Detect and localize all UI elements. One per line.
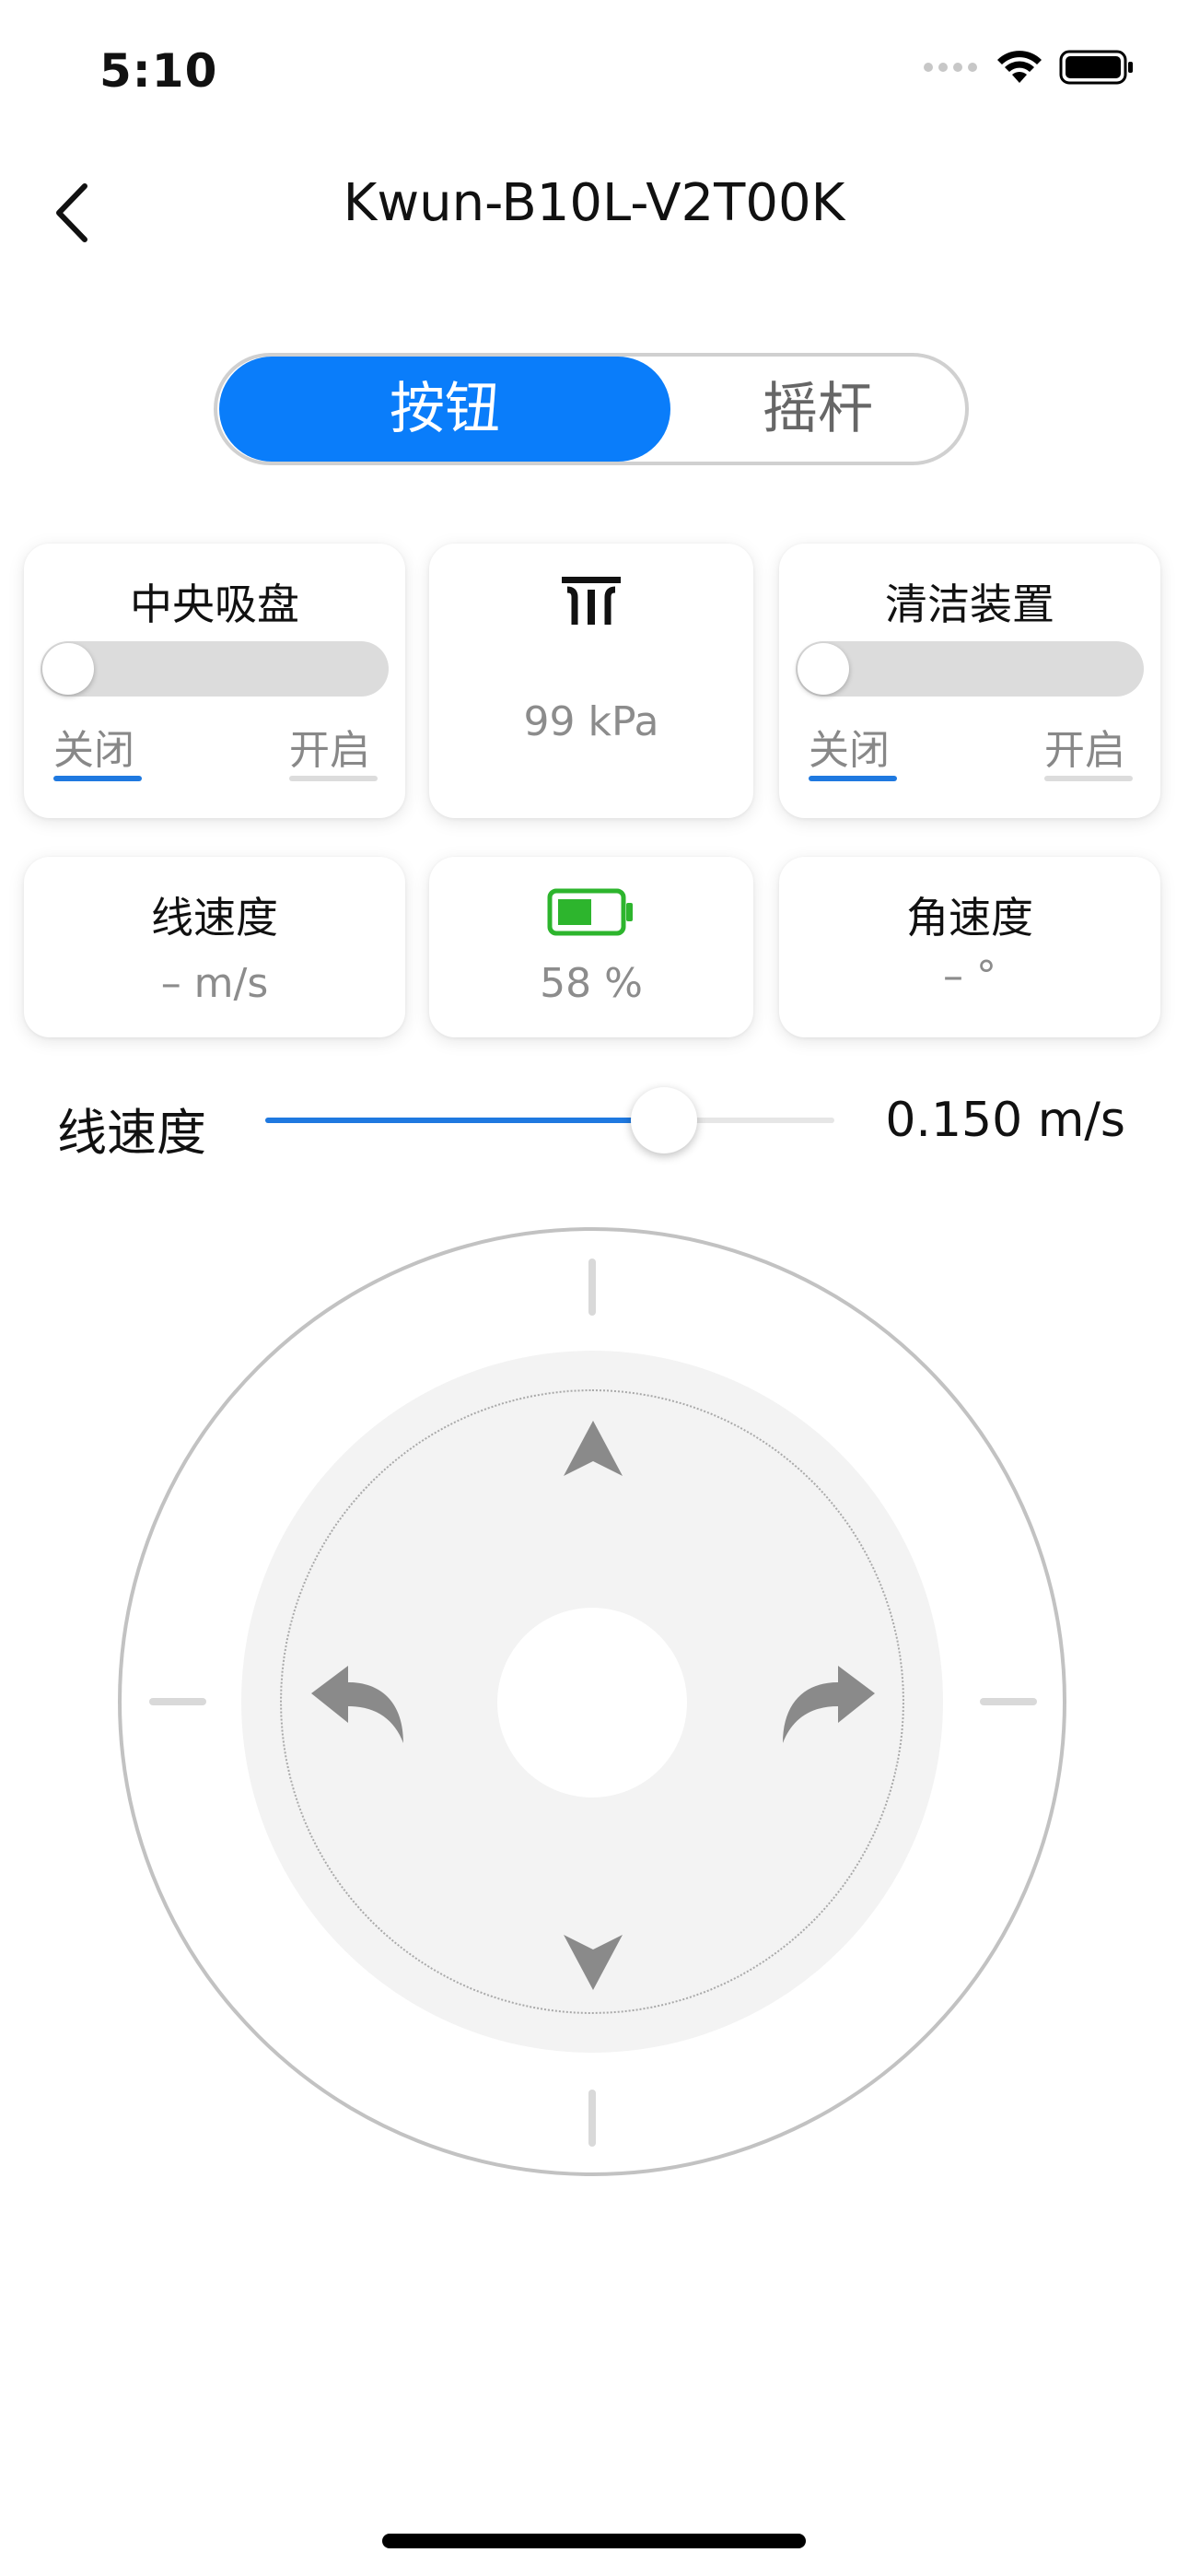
battery-icon	[547, 888, 633, 936]
arrow-up-icon[interactable]	[560, 1419, 626, 1480]
speed-slider-thumb[interactable]	[630, 1087, 697, 1153]
status-icons	[923, 50, 1135, 85]
angular-speed-value: – °	[943, 953, 996, 1000]
cleaning-off-indicator	[809, 776, 897, 781]
tick-left	[149, 1698, 206, 1705]
cleaning-toggle[interactable]	[796, 641, 1144, 697]
suction-title: 中央吸盘	[130, 580, 299, 629]
toggle-knob	[42, 643, 94, 695]
suction-on-label[interactable]: 开启	[289, 717, 370, 776]
pressure-gauge-icon	[562, 577, 621, 625]
tick-top	[588, 1259, 596, 1316]
speed-slider-fill	[265, 1118, 664, 1123]
signal-icon	[924, 63, 977, 72]
linear-speed-value: – m/s	[160, 960, 269, 1007]
stop-button[interactable]	[497, 1608, 687, 1797]
home-indicator	[382, 2534, 806, 2548]
tab-joystick[interactable]: 摇杆	[670, 357, 965, 462]
speed-slider-label: 线速度	[57, 1104, 206, 1162]
rotate-right-icon[interactable]	[779, 1662, 880, 1747]
cleaning-title: 清洁装置	[885, 580, 1054, 629]
suction-off-label[interactable]: 关闭	[53, 717, 134, 776]
pressure-value: 99 kPa	[523, 698, 659, 745]
pressure-card: 99 kPa	[429, 544, 753, 818]
suction-off-indicator	[53, 776, 142, 781]
rotate-left-icon[interactable]	[306, 1662, 407, 1747]
page-title: Kwun-B10L-V2T00K	[343, 173, 845, 233]
battery-status-icon	[1059, 50, 1133, 85]
mode-segmented-control: 按钮 摇杆	[214, 353, 969, 465]
speed-slider-value: 0.150 m/s	[885, 1093, 1125, 1148]
status-time: 5:10	[99, 44, 218, 98]
linear-speed-title: 线速度	[151, 893, 278, 943]
linear-speed-card: 线速度 – m/s	[24, 857, 405, 1037]
battery-value: 58 %	[540, 960, 643, 1007]
cleaning-off-label[interactable]: 关闭	[809, 717, 890, 776]
toggle-knob	[798, 643, 849, 695]
battery-card: 58 %	[429, 857, 753, 1037]
angular-speed-card: 角速度 – °	[779, 857, 1160, 1037]
suction-card: 中央吸盘 关闭 开启	[24, 544, 405, 818]
suction-toggle[interactable]	[41, 641, 389, 697]
cleaning-on-indicator	[1044, 776, 1133, 781]
tick-right	[980, 1698, 1037, 1705]
cleaning-on-label[interactable]: 开启	[1044, 717, 1125, 776]
cleaning-card: 清洁装置 关闭 开启	[779, 544, 1160, 818]
suction-on-indicator	[289, 776, 378, 781]
tab-buttons[interactable]: 按钮	[219, 357, 670, 462]
wifi-icon	[997, 51, 1042, 83]
tick-bottom	[588, 2090, 596, 2147]
angular-speed-title: 角速度	[906, 893, 1033, 943]
arrow-down-icon[interactable]	[560, 1931, 626, 1992]
